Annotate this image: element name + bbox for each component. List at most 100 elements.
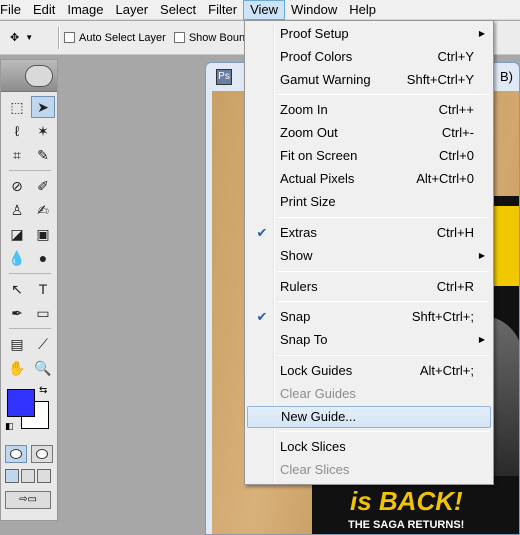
menu-separator	[277, 271, 489, 272]
separator	[58, 26, 60, 49]
move-tool-icon[interactable]: ➤	[31, 96, 55, 118]
toolbox-header[interactable]	[1, 60, 57, 92]
menu-item-lock-guides[interactable]: Lock Guides Alt+Ctrl+;	[247, 360, 491, 382]
brush-tool-icon[interactable]: ✐	[31, 175, 55, 197]
menu-item-print-size[interactable]: Print Size	[247, 191, 491, 213]
full-screen-mode-button[interactable]	[37, 469, 51, 483]
menu-separator	[277, 217, 489, 218]
tool-preset-picker[interactable]: ✥ ▼	[10, 31, 54, 44]
standard-mode-button[interactable]	[5, 445, 27, 463]
menu-item-new-guide[interactable]: New Guide...	[247, 406, 491, 428]
menu-item-lock-slices[interactable]: Lock Slices	[247, 436, 491, 458]
menu-select[interactable]: Select	[154, 0, 202, 20]
menu-item-zoom-in[interactable]: Zoom In Ctrl++	[247, 99, 491, 121]
tool-grid: ⬚ ➤ ℓ ✶ ⌗ ✎ ⊘ ✐ ♙ ✍ ◪ ▣ 💧 ● ↖ T ✒ ▭ ▤ ⟋ …	[1, 92, 57, 383]
menu-image[interactable]: Image	[61, 0, 109, 20]
jump-to-imageready-button[interactable]: ⇨▭	[5, 491, 51, 509]
toolbox-divider	[9, 273, 51, 274]
zoom-tool-icon[interactable]: 🔍	[31, 357, 55, 379]
quick-mask-icon	[36, 449, 48, 459]
snap-label: Snap	[280, 309, 311, 324]
gamut-warning-shortcut: Shft+Ctrl+Y	[406, 72, 474, 87]
actual-pixels-shortcut: Alt+Ctrl+0	[416, 171, 474, 186]
standard-mode-icon	[10, 449, 22, 459]
menu-item-snap-to[interactable]: Snap To ▶	[247, 329, 491, 351]
standard-screen-mode-button[interactable]	[5, 469, 19, 483]
swap-colors-icon[interactable]: ⇆	[39, 385, 47, 396]
pen-tool-icon[interactable]: ✒	[5, 302, 29, 324]
eyedropper-tool-icon[interactable]: ⟋	[31, 333, 55, 355]
notes-tool-icon[interactable]: ▤	[5, 333, 29, 355]
magic-wand-tool-icon[interactable]: ✶	[31, 120, 55, 142]
checkmark-icon: ✔	[256, 225, 268, 240]
checkmark-icon: ✔	[256, 309, 268, 324]
show-label: Show	[280, 248, 313, 263]
menu-help[interactable]: Help	[343, 0, 382, 20]
lock-guides-shortcut: Alt+Ctrl+;	[419, 363, 474, 378]
full-screen-menu-mode-button[interactable]	[21, 469, 35, 483]
menu-item-clear-guides: Clear Guides	[247, 383, 491, 405]
zoom-in-shortcut: Ctrl++	[438, 102, 474, 117]
menu-item-proof-setup[interactable]: Proof Setup ▶	[247, 23, 491, 45]
shape-tool-icon[interactable]: ▭	[31, 302, 55, 324]
proof-colors-shortcut: Ctrl+Y	[437, 49, 474, 64]
history-brush-tool-icon[interactable]: ✍	[31, 199, 55, 221]
toolbox-divider	[9, 170, 51, 171]
mask-mode-buttons	[1, 443, 57, 465]
fit-on-screen-shortcut: Ctrl+0	[438, 148, 474, 163]
menu-separator	[277, 431, 489, 432]
document-icon: Ps	[216, 69, 232, 85]
dodge-tool-icon[interactable]: ●	[31, 247, 55, 269]
menu-item-show[interactable]: Show ▶	[247, 245, 491, 267]
toolbox-divider	[9, 328, 51, 329]
menu-item-extras[interactable]: ✔ Extras Ctrl+H	[247, 222, 491, 244]
gradient-tool-icon[interactable]: ▣	[31, 223, 55, 245]
hand-tool-icon[interactable]: ✋	[5, 357, 29, 379]
blur-tool-icon[interactable]: 💧	[5, 247, 29, 269]
auto-select-layer-checkbox[interactable]: Auto Select Layer	[64, 32, 166, 44]
menu-item-snap[interactable]: ✔ Snap Shft+Ctrl+;	[247, 306, 491, 328]
menu-item-rulers[interactable]: Rulers Ctrl+R	[247, 276, 491, 298]
color-swatches: ⇆ ◧	[5, 385, 53, 439]
menu-item-proof-colors[interactable]: Proof Colors Ctrl+Y	[247, 46, 491, 68]
slice-tool-icon[interactable]: ✎	[31, 144, 55, 166]
path-selection-tool-icon[interactable]: ↖	[5, 278, 29, 300]
show-bounding-box-checkbox[interactable]: Show Boundi	[173, 32, 254, 44]
marquee-tool-icon[interactable]: ⬚	[5, 96, 29, 118]
snap-to-label: Snap To	[280, 332, 328, 347]
quick-mask-mode-button[interactable]	[31, 445, 53, 463]
checkbox-box[interactable]	[173, 32, 185, 43]
menu-edit[interactable]: Edit	[27, 0, 61, 20]
view-menu-dropdown: Proof Setup ▶ Proof Colors Ctrl+Y Gamut …	[244, 20, 494, 485]
proof-colors-label: Proof Colors	[280, 49, 353, 64]
menu-separator	[277, 301, 489, 302]
submenu-arrow-icon: ▶	[478, 335, 485, 344]
actual-pixels-label: Actual Pixels	[280, 171, 355, 186]
menu-window[interactable]: Window	[285, 0, 343, 20]
menu-filter[interactable]: Filter	[202, 0, 243, 20]
menu-view[interactable]: View	[243, 0, 286, 20]
menu-item-fit-on-screen[interactable]: Fit on Screen Ctrl+0	[247, 145, 491, 167]
lasso-tool-icon[interactable]: ℓ	[5, 120, 29, 142]
menu-file[interactable]: File	[0, 0, 27, 20]
auto-select-layer-label: Auto Select Layer	[79, 31, 166, 44]
extras-shortcut: Ctrl+H	[436, 225, 474, 240]
screen-mode-buttons	[1, 465, 57, 487]
submenu-arrow-icon: ▶	[478, 29, 485, 38]
type-tool-icon[interactable]: T	[31, 278, 55, 300]
crop-tool-icon[interactable]: ⌗	[5, 144, 29, 166]
default-colors-icon[interactable]: ◧	[5, 421, 14, 432]
menu-item-gamut-warning[interactable]: Gamut Warning Shft+Ctrl+Y	[247, 69, 491, 91]
eraser-tool-icon[interactable]: ◪	[5, 223, 29, 245]
clear-guides-label: Clear Guides	[280, 386, 356, 401]
checkbox-box[interactable]	[64, 32, 75, 43]
clone-stamp-tool-icon[interactable]: ♙	[5, 199, 29, 221]
healing-brush-tool-icon[interactable]: ⊘	[5, 175, 29, 197]
new-guide-label: New Guide...	[281, 409, 357, 424]
foreground-color-swatch[interactable]	[7, 389, 35, 417]
menu-layer[interactable]: Layer	[110, 0, 155, 20]
menu-separator	[277, 355, 489, 356]
menu-item-zoom-out[interactable]: Zoom Out Ctrl+-	[247, 122, 491, 144]
zoom-in-label: Zoom In	[280, 102, 328, 117]
menu-item-actual-pixels[interactable]: Actual Pixels Alt+Ctrl+0	[247, 168, 491, 190]
